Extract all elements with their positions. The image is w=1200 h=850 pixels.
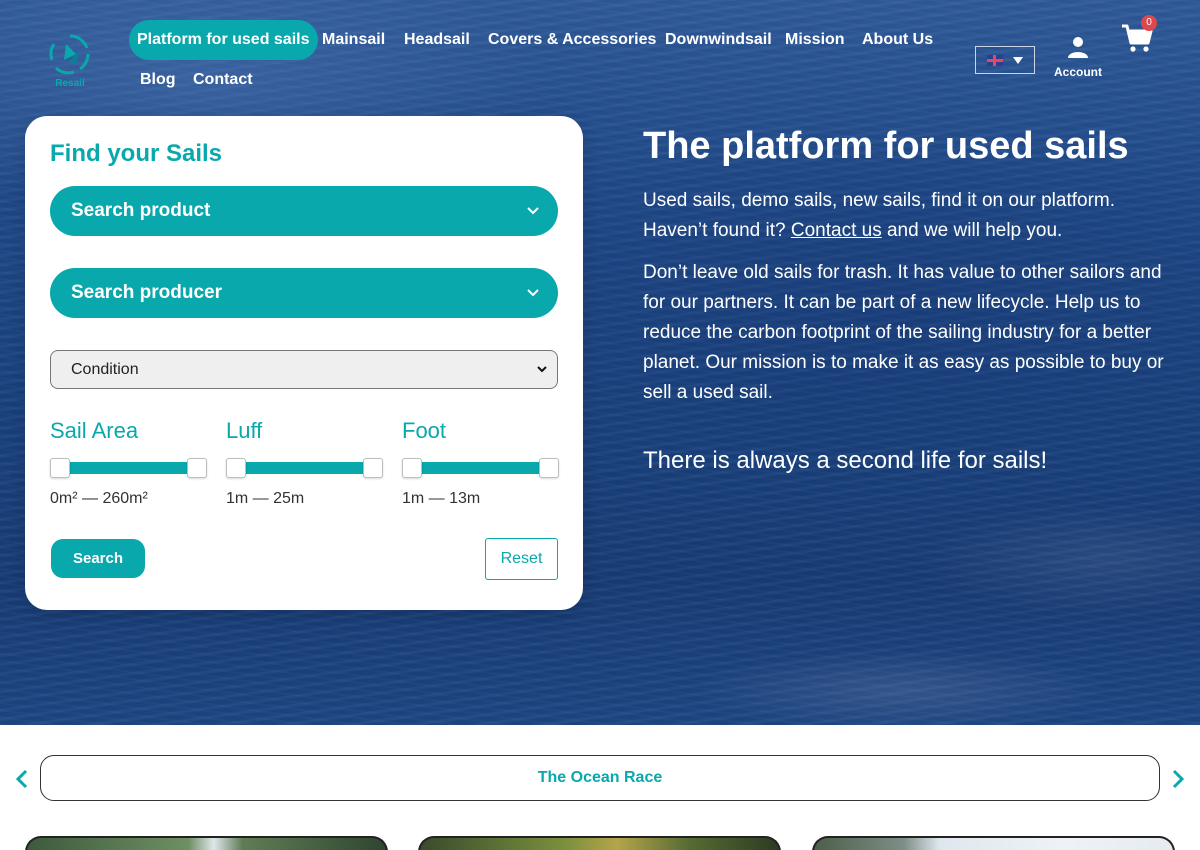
condition-select[interactable]: Condition [50, 350, 558, 389]
search-product-select[interactable]: Search product [50, 186, 558, 236]
hero-intro: Used sails, demo sails, new sails, find … [643, 186, 1183, 246]
hero-title: The platform for used sails [643, 125, 1129, 167]
foot-value: 1m — 13m [402, 490, 481, 507]
contact-us-link[interactable]: Contact us [791, 220, 882, 241]
slider-min-handle[interactable] [226, 458, 246, 478]
foot-range: Foot 1m — 13m [402, 418, 560, 507]
account-label: Account [1054, 65, 1102, 79]
product-card-image[interactable] [812, 836, 1175, 850]
slider-fill [58, 462, 200, 474]
luff-label: Luff [226, 418, 263, 443]
nav-blog[interactable]: Blog [140, 60, 176, 100]
search-producer-label: Search producer [71, 282, 222, 303]
caret-down-icon [1013, 56, 1023, 64]
find-sails-card: Find your Sails Search product Search pr… [25, 116, 583, 610]
reset-button[interactable]: Reset [485, 538, 558, 580]
foot-slider[interactable] [402, 458, 560, 478]
language-switcher[interactable] [975, 46, 1035, 74]
slider-max-handle[interactable] [363, 458, 383, 478]
search-producer-select[interactable]: Search producer [50, 268, 558, 318]
chevron-right-icon[interactable] [1170, 768, 1186, 790]
uk-flag-icon [987, 54, 1003, 66]
hero-intro-text-end: and we will help you. [886, 220, 1063, 241]
product-card-image[interactable] [418, 836, 781, 850]
user-icon [1068, 37, 1088, 58]
logo-text: Resail [55, 78, 85, 89]
nav-contact[interactable]: Contact [193, 60, 253, 100]
slider-fill [410, 462, 552, 474]
luff-slider[interactable] [226, 458, 384, 478]
nav-downwindsail[interactable]: Downwindsail [665, 20, 772, 60]
nav-covers-accessories[interactable]: Covers & Accessories [488, 20, 656, 60]
nav-mission[interactable]: Mission [785, 20, 845, 60]
sail-area-label: Sail Area [50, 418, 139, 443]
hero-text: The platform for used sails Used sails, … [643, 124, 1183, 476]
slider-max-handle[interactable] [539, 458, 559, 478]
resail-logo[interactable]: Resail [46, 30, 94, 90]
sail-area-slider[interactable] [50, 458, 208, 478]
nav-platform-used-sails[interactable]: Platform for used sails [129, 20, 318, 60]
nav-mainsail[interactable]: Mainsail [322, 20, 385, 60]
chevron-down-icon [527, 289, 539, 297]
slider-min-handle[interactable] [50, 458, 70, 478]
nav-about-us[interactable]: About Us [862, 20, 933, 60]
search-button[interactable]: Search [51, 539, 145, 578]
luff-range: Luff 1m — 25m [226, 418, 384, 507]
slider-max-handle[interactable] [187, 458, 207, 478]
condition-label: Condition [71, 361, 139, 378]
product-card-image[interactable] [25, 836, 388, 850]
sail-area-value: 0m² — 260m² [50, 490, 148, 507]
card-title: Find your Sails [50, 140, 223, 167]
foot-label: Foot [402, 418, 447, 443]
hero-tagline: There is always a second life for sails! [643, 447, 1048, 474]
account-link[interactable]: Account [1048, 36, 1108, 79]
sail-area-range: Sail Area 0m² — 260m² [50, 418, 208, 507]
slider-fill [234, 462, 376, 474]
tab-ocean-race[interactable]: The Ocean Race [40, 755, 1160, 801]
slider-min-handle[interactable] [402, 458, 422, 478]
chevron-left-icon[interactable] [14, 768, 30, 790]
nav-headsail[interactable]: Headsail [404, 20, 470, 60]
hero-mission-text: Don’t leave old sails for trash. It has … [643, 262, 1164, 403]
search-product-label: Search product [71, 200, 211, 221]
cart-count-badge: 0 [1141, 15, 1157, 31]
chevron-down-icon [527, 207, 539, 215]
luff-value: 1m — 25m [226, 490, 305, 507]
chevron-down-icon [537, 366, 547, 373]
